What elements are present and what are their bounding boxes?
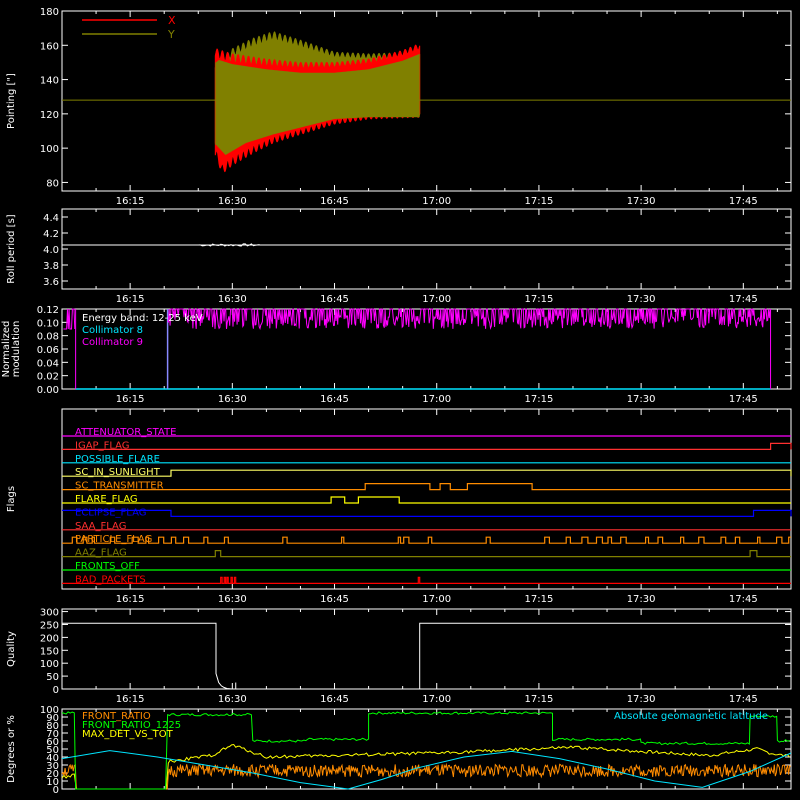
y-tick-label: 0 <box>53 685 59 696</box>
x-tick-label: 16:45 <box>320 694 349 705</box>
x-tick-label: 17:30 <box>627 694 656 705</box>
y-tick-label: 300 <box>40 608 59 619</box>
x-tick-label: 17:30 <box>627 594 656 605</box>
x-tick-label: 17:00 <box>422 294 451 305</box>
x-tick-label: 17:00 <box>422 694 451 705</box>
legend-abs-geomag-lat: Absolute geomagnetic latitude <box>614 711 768 722</box>
x-tick-label: 17:45 <box>729 594 758 605</box>
y-tick-label: 0.04 <box>37 358 59 369</box>
y-axis-label: Degrees or % <box>6 715 17 783</box>
y-tick-label: 140 <box>40 76 59 87</box>
y-tick-label: 100 <box>40 705 59 716</box>
x-tick-label: 17:30 <box>627 394 656 405</box>
x-tick-label: 16:45 <box>320 196 349 207</box>
y-tick-label: 100 <box>40 144 59 155</box>
x-tick-label: 17:00 <box>422 594 451 605</box>
x-tick-label: 16:45 <box>320 294 349 305</box>
y-axis-label: Roll period [s] <box>6 214 17 283</box>
hessi-quicklook-figure: 16:15 16:30 16:45 17:00 17:15 17:30 17:45 80 100… <box>0 0 800 800</box>
y-axis-label: Pointing ["] <box>6 73 17 129</box>
y-tick-label: 0.00 <box>37 385 59 396</box>
x-tick-label: 17:15 <box>525 394 554 405</box>
y-tick-label: 4.2 <box>43 229 59 240</box>
x-tick-label: 16:30 <box>218 196 247 207</box>
flag-label-eclipse-flag: ECLIPSE_FLAG <box>75 507 146 518</box>
y-tick-label: 160 <box>40 41 59 52</box>
x-tick-label: 17:15 <box>525 594 554 605</box>
y-tick-label: 4.0 <box>43 245 59 256</box>
y-tick-label: 100 <box>40 659 59 670</box>
x-tick-label: 16:15 <box>116 294 145 305</box>
x-tick-label: 16:15 <box>116 594 145 605</box>
legend-label-y: Y <box>167 28 175 41</box>
y-tick-label: 0.02 <box>37 372 59 383</box>
x-tick-label: 17:00 <box>422 196 451 207</box>
y-axis-label: Flags <box>6 486 17 512</box>
x-tick-label: 17:45 <box>729 694 758 705</box>
x-tick-label: 17:45 <box>729 196 758 207</box>
x-tick-label: 16:30 <box>218 594 247 605</box>
y-axis-label: modulation <box>11 321 22 378</box>
x-tick-label: 16:45 <box>320 594 349 605</box>
x-tick-label: 16:15 <box>116 394 145 405</box>
y-tick-label: 0.10 <box>37 318 59 329</box>
y-tick-label: 0.08 <box>37 332 59 343</box>
y-axis-label: Quality <box>6 631 17 667</box>
y-tick-label: 120 <box>40 110 59 121</box>
y-tick-label: 50 <box>46 672 59 683</box>
x-tick-label: 16:15 <box>116 694 145 705</box>
x-tick-label: 17:15 <box>525 196 554 207</box>
x-tick-label: 17:45 <box>729 394 758 405</box>
x-tick-label: 17:15 <box>525 694 554 705</box>
y-tick-label: 0.06 <box>37 345 59 356</box>
x-tick-label: 17:30 <box>627 294 656 305</box>
x-tick-label: 17:15 <box>525 294 554 305</box>
legend-collimator9: Collimator 9 <box>82 337 143 348</box>
legend-label-x: X <box>168 14 176 27</box>
y-tick-label: 3.8 <box>43 261 59 272</box>
x-tick-label: 16:15 <box>116 196 145 207</box>
y-tick-label: 3.6 <box>43 277 59 288</box>
x-tick-label: 17:30 <box>627 196 656 207</box>
y-tick-label: 250 <box>40 620 59 631</box>
x-tick-label: 17:45 <box>729 294 758 305</box>
x-tick-label: 16:45 <box>320 394 349 405</box>
legend-max-det-vs-tot: MAX_DET_VS_TOT <box>82 729 174 740</box>
y-tick-label: 80 <box>46 178 59 189</box>
legend-collimator8: Collimator 8 <box>82 325 143 336</box>
y-tick-label: 200 <box>40 633 59 644</box>
y-tick-label: 150 <box>40 646 59 657</box>
x-tick-label: 16:30 <box>218 694 247 705</box>
x-tick-label: 16:30 <box>218 394 247 405</box>
y-tick-label: 180 <box>40 7 59 18</box>
x-tick-label: 16:30 <box>218 294 247 305</box>
x-tick-label: 17:00 <box>422 394 451 405</box>
y-tick-label: 0.12 <box>37 305 59 316</box>
energy-band-label: Energy band: 12-25 keV <box>82 313 203 324</box>
y-tick-label: 4.4 <box>43 213 59 224</box>
